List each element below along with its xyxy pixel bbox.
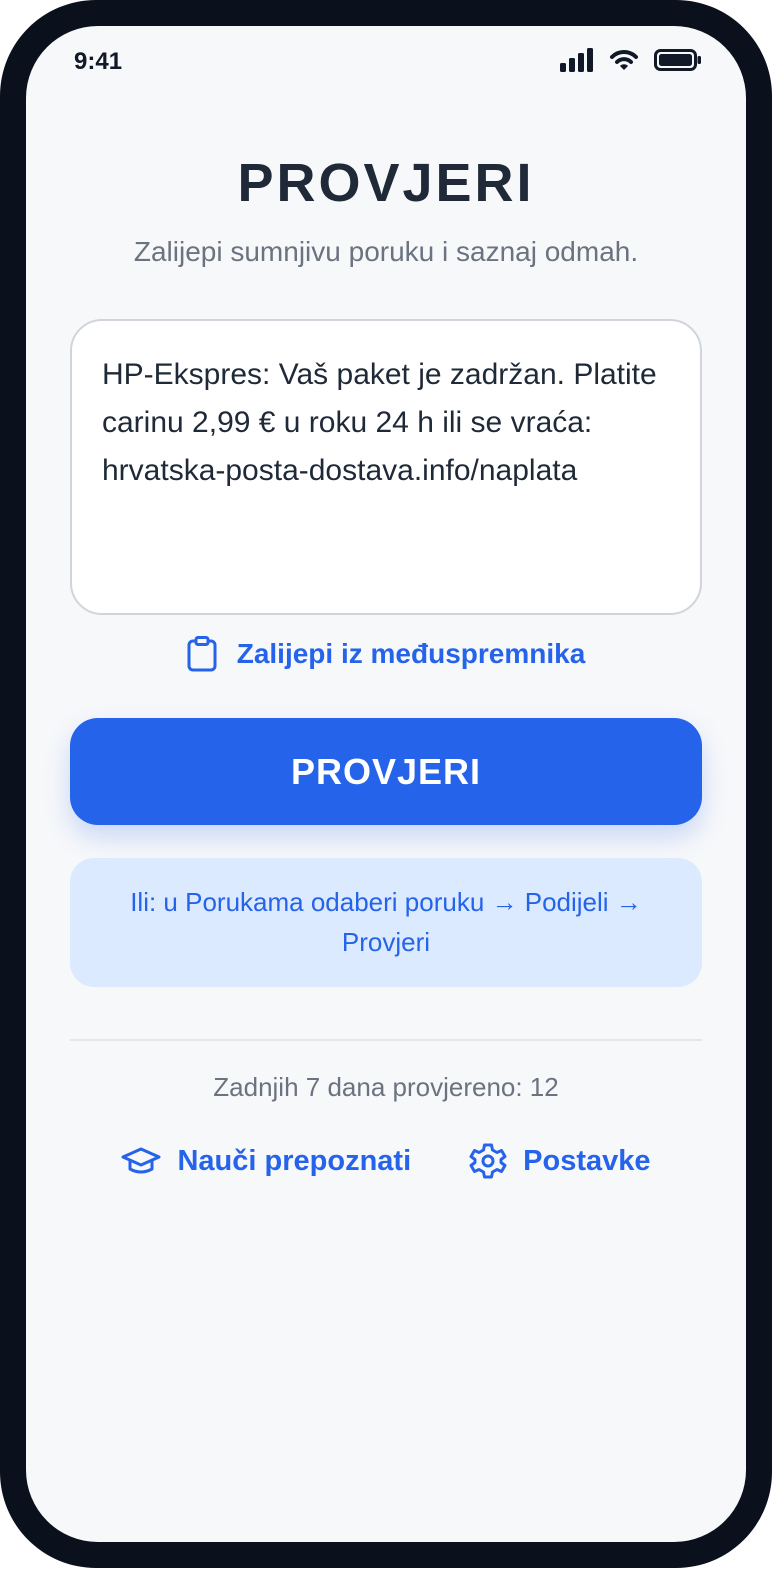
app-screen: 9:41 PROVJERI Zalijepi sumnjivu poruku i… [26,26,746,1542]
learn-to-recognize-link[interactable]: Nauči prepoznati [121,1142,411,1180]
paste-from-clipboard-link[interactable]: Zalijepi iz međuspremnika [26,636,746,672]
status-bar: 9:41 [26,26,746,98]
device-frame: 9:41 PROVJERI Zalijepi sumnjivu poruku i… [0,0,772,1568]
divider [70,1039,702,1041]
page-subtitle: Zalijepi sumnjivu poruku i saznaj odmah. [133,236,639,267]
cellular-signal-icon [560,48,594,72]
settings-link[interactable]: Postavke [469,1142,651,1180]
graduation-cap-icon [121,1146,161,1176]
wifi-icon [610,49,638,71]
page-title: PROVJERI [237,153,535,213]
check-button[interactable]: PROVJERI [70,718,702,825]
footer-links: Nauči prepoznati Postavke [26,1142,746,1180]
share-hint: Ili: u Porukama odaberi poruku → Podijel… [70,858,702,987]
status-icons [560,48,702,72]
gear-icon [469,1142,507,1180]
status-time: 9:41 [74,48,123,75]
battery-icon [654,49,702,71]
settings-label: Postavke [523,1144,651,1177]
clipboard-icon [187,636,217,672]
learn-to-recognize-label: Nauči prepoznati [177,1144,412,1177]
weekly-stats: Zadnjih 7 dana provjereno: 12 [213,1072,559,1102]
message-input[interactable]: HP-Ekspres: Vaš paket je zadržan. Platit… [70,319,702,615]
paste-from-clipboard-label: Zalijepi iz međuspremnika [236,638,586,669]
